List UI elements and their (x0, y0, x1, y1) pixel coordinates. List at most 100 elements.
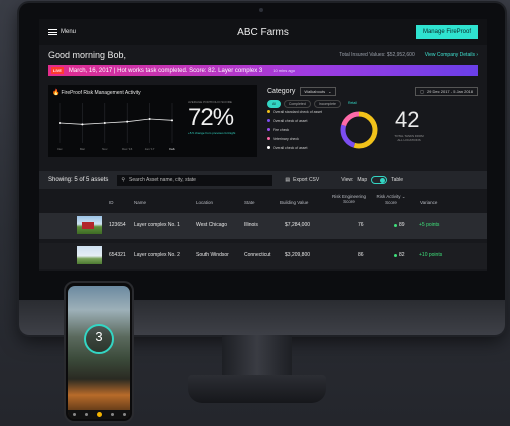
manage-fireproof-button[interactable]: Manage FireProof (415, 25, 478, 39)
legend-item: Veterinary check (267, 134, 322, 143)
series-line (59, 118, 173, 125)
cell-risk-activity-score: 82 (394, 252, 405, 258)
phone-screen: 3 (68, 286, 130, 419)
legend-dot (267, 137, 270, 140)
date-range-text: 29 Dec 2017 - 5 Jan 2018 (426, 88, 473, 94)
search-input[interactable]: ⚲ Search Asset name, city, state (117, 174, 273, 186)
menu-button[interactable]: Menu (48, 29, 76, 35)
score-change-text: +5.5 change from previous fortnight (188, 131, 236, 135)
status-dot (394, 253, 397, 257)
legend-dot (267, 110, 270, 113)
legend-label: Fire check (273, 127, 290, 132)
cell-name: Layer complex No. 2 (134, 252, 180, 258)
legend-dot (267, 146, 270, 149)
nav-home-icon[interactable] (72, 413, 76, 416)
risk-activity-value: 89 (399, 222, 405, 228)
legend-label: Overall check of asset (273, 118, 308, 123)
data-point[interactable] (81, 123, 84, 126)
nav-fire-icon[interactable] (96, 412, 102, 417)
assets-count: Showing: 5 of 5 assets (48, 177, 109, 183)
legend-item: Fire check (267, 125, 322, 134)
risk-activity-card: 🔥 FireProof Risk Management Activity Dec… (48, 85, 257, 157)
category-select[interactable]: Walkabouts ⌄ (300, 86, 336, 96)
legend-dot (267, 119, 270, 122)
asset-thumbnail (77, 216, 102, 234)
cell-name: Layer complex No. 1 (134, 222, 180, 228)
cell-id: 654321 (109, 252, 126, 258)
table-header: ID Name Location State Building Value Ri… (39, 191, 487, 213)
status-dot (394, 223, 397, 227)
table-view-option[interactable]: Table (391, 177, 403, 183)
search-icon: ⚲ (121, 177, 126, 183)
calendar-icon: ▢ (420, 88, 424, 94)
category-panel: Category Walkabouts ⌄ ▢ 29 Dec 2017 - 5 … (267, 85, 478, 159)
header-state[interactable]: State (244, 200, 255, 205)
pill-retail[interactable]: Retail (344, 100, 361, 108)
cell-location: West Chicago (196, 222, 228, 228)
greeting-row: Good morning Bob, Total Insured Values: … (39, 45, 487, 65)
header-id[interactable]: ID (109, 200, 114, 205)
data-point[interactable] (103, 122, 106, 124)
data-point[interactable] (171, 119, 173, 122)
app-screen: Menu ABC Farms Manage FireProof Good mor… (39, 19, 487, 271)
header-name[interactable]: Name (134, 200, 146, 205)
legend-item: Overall check of asset (267, 143, 322, 152)
chevron-down-icon: ⌄ (328, 88, 332, 94)
cell-risk-engineering-score: 86 (358, 252, 364, 258)
total-insured-values: Total Insured Values: $52,952,600 (339, 52, 415, 58)
monitor-stand-neck (222, 335, 292, 377)
category-legend: Overall standard check of asset Overall … (267, 107, 322, 152)
cell-risk-activity-score: 89 (394, 222, 405, 228)
average-score-value: 72% (188, 104, 234, 131)
header-risk-activity-score[interactable]: Risk Activity ⌄ Score (374, 194, 408, 205)
phone-score-number: 3 (95, 329, 103, 344)
download-icon: ▤ (285, 177, 291, 183)
alert-time-ago: 10 mins ago (273, 68, 296, 73)
assets-toolbar: Showing: 5 of 5 assets ⚲ Search Asset na… (39, 171, 487, 189)
view-toggle-switch[interactable] (371, 176, 388, 184)
hamburger-icon (48, 29, 57, 35)
menu-label: Menu (61, 29, 77, 35)
view-company-details-link[interactable]: View Company Details › (425, 52, 478, 58)
export-csv-button[interactable]: ▤ Export CSV (285, 177, 319, 183)
map-view-option[interactable]: Map (357, 177, 367, 183)
total-tasks-number: 42 (395, 107, 420, 132)
asset-thumbnail (77, 246, 102, 264)
cell-state: Illinois (244, 222, 258, 228)
data-point[interactable] (59, 122, 61, 124)
export-label: Export CSV (293, 177, 320, 183)
header-variance[interactable]: Variance (420, 200, 437, 205)
data-point[interactable] (148, 118, 151, 120)
camera-dot (259, 8, 263, 12)
nav-chart-icon[interactable] (110, 413, 114, 416)
view-label: View: (341, 177, 354, 183)
table-row[interactable]: 123654 Layer complex No. 1 West Chicago … (39, 213, 487, 239)
legend-label: Veterinary check (273, 136, 299, 141)
header-building-value[interactable]: Building Value (280, 200, 308, 205)
cell-variance: +5 points (419, 222, 440, 228)
phone-nav-bar (68, 410, 130, 419)
data-point[interactable] (126, 120, 129, 123)
header-location[interactable]: Location (196, 200, 213, 205)
nav-user-icon[interactable] (122, 413, 126, 416)
date-range-picker[interactable]: ▢ 29 Dec 2017 - 5 Jan 2018 (415, 86, 478, 96)
table-row[interactable]: 654321 Layer complex No. 2 South Windsor… (39, 243, 487, 269)
x-tick-label: Jan '17 (145, 147, 155, 151)
header-risk-engineering-score[interactable]: Risk Engineering Score (329, 194, 369, 204)
live-alert-banner[interactable]: LIVE March, 16, 2017 | Hot works task co… (48, 65, 478, 76)
search-placeholder: Search Asset name, city, state (129, 177, 196, 183)
cell-id: 123654 (109, 222, 126, 228)
nav-list-icon[interactable] (84, 413, 88, 416)
cell-location: South Windsor (196, 252, 229, 258)
legend-label: Overall standard check of asset (273, 109, 323, 114)
x-tick-label: Dec '16 (122, 147, 132, 151)
live-badge: LIVE (51, 67, 64, 74)
legend-item: Overall check of asset (267, 116, 322, 125)
legend-item: Overall standard check of asset (267, 107, 322, 116)
cell-risk-engineering-score: 76 (358, 222, 364, 228)
x-tick-label: Dec (57, 147, 63, 151)
x-tick-label: Nov (102, 147, 108, 151)
cell-building-value: $3,209,800 (285, 252, 311, 258)
risk-activity-value: 82 (399, 252, 405, 258)
legend-label: Overall check of asset (273, 145, 308, 150)
